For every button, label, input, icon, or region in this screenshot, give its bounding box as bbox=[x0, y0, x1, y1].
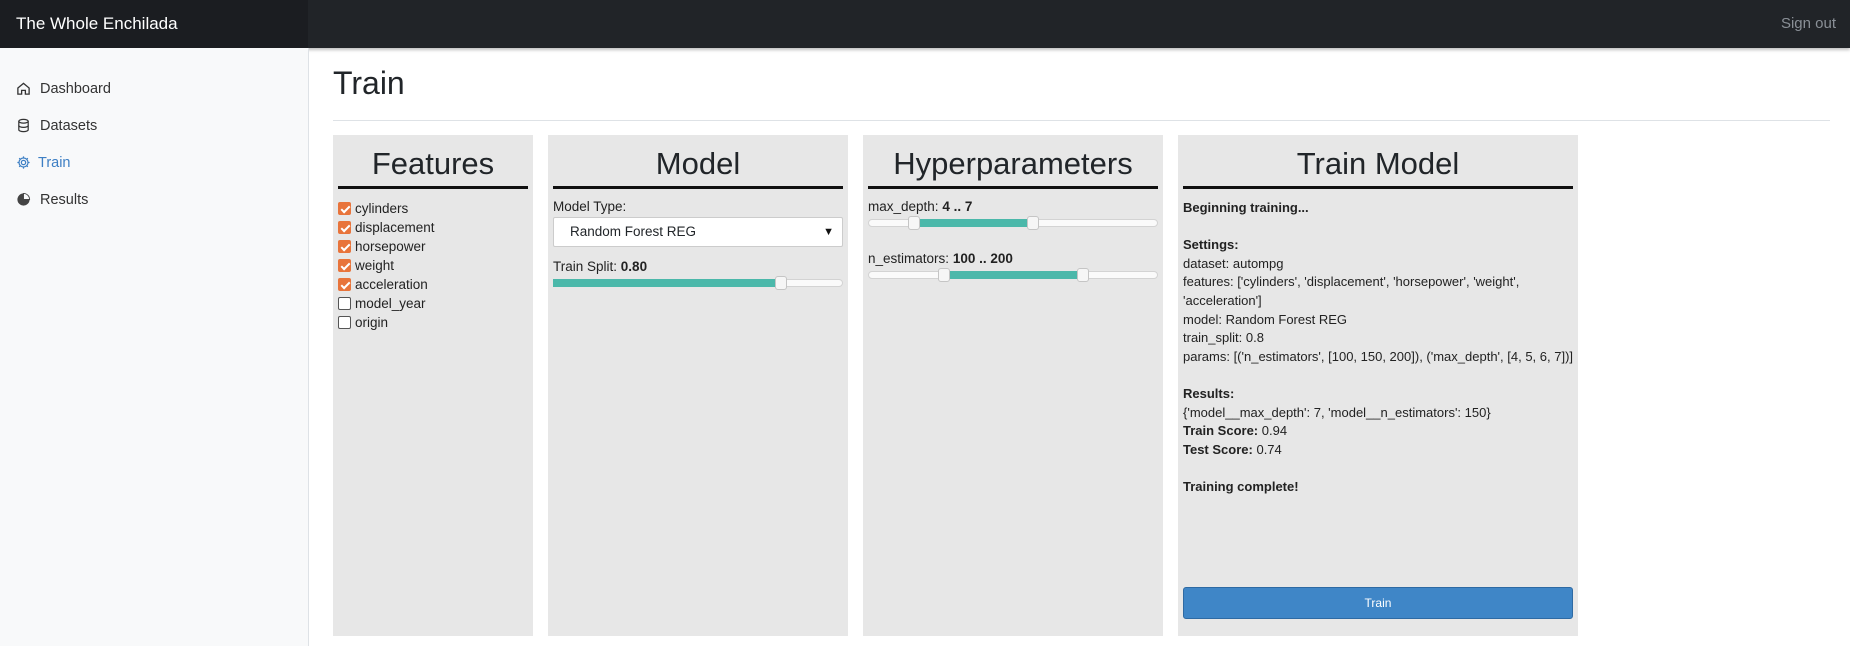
slider-handle[interactable] bbox=[775, 276, 788, 290]
hyperparameters-heading: Hyperparameters bbox=[868, 135, 1158, 189]
main-content: Train bbox=[333, 48, 1830, 121]
feature-item-displacement[interactable]: displacement bbox=[338, 218, 528, 237]
app-brand[interactable]: The Whole Enchilada bbox=[0, 0, 308, 48]
log-results-heading: Results: bbox=[1183, 385, 1235, 401]
features-heading: Features bbox=[338, 135, 528, 189]
sidebar-item-label: Dashboard bbox=[40, 80, 111, 97]
log-train-split: train_split: 0.8 bbox=[1183, 330, 1264, 346]
slider-handle-max[interactable] bbox=[1026, 216, 1039, 230]
slider-fill bbox=[553, 279, 782, 287]
sidebar-item-label: Results bbox=[40, 191, 89, 208]
slider-handle-min[interactable] bbox=[937, 268, 950, 282]
slider-handle-min[interactable] bbox=[907, 216, 920, 230]
sidebar-item-label: Train bbox=[38, 154, 71, 171]
database-icon bbox=[18, 118, 29, 133]
feature-item-acceleration[interactable]: acceleration bbox=[338, 275, 528, 294]
feature-item-weight[interactable]: weight bbox=[338, 256, 528, 275]
model-type-value: Random Forest REG bbox=[570, 224, 697, 239]
feature-list: cylinders displacement horsepower weight… bbox=[338, 199, 528, 332]
train-split-value: 0.80 bbox=[620, 259, 648, 274]
sidebar-item-datasets[interactable]: Datasets bbox=[0, 107, 308, 144]
feature-checkbox[interactable] bbox=[338, 316, 351, 329]
feature-checkbox[interactable] bbox=[338, 278, 351, 291]
feature-label: weight bbox=[355, 258, 395, 273]
n-estimators-value: 100 .. 200 bbox=[952, 251, 1013, 266]
log-complete: Training complete! bbox=[1183, 478, 1299, 494]
feature-checkbox[interactable] bbox=[338, 259, 351, 272]
model-type-label: Model Type: bbox=[553, 199, 627, 214]
feature-label: horsepower bbox=[355, 239, 426, 254]
train-model-panel: Train Model Beginning training... Settin… bbox=[1178, 135, 1578, 636]
feature-checkbox[interactable] bbox=[338, 202, 351, 215]
feature-item-horsepower[interactable]: horsepower bbox=[338, 237, 528, 256]
features-panel: Features cylinders displacement horsepow… bbox=[333, 135, 533, 636]
top-navbar: The Whole Enchilada Sign out bbox=[0, 0, 1850, 48]
feature-item-cylinders[interactable]: cylinders bbox=[338, 199, 528, 218]
gear-icon bbox=[17, 156, 30, 169]
max-depth-value: 4 .. 7 bbox=[942, 199, 973, 214]
feature-label: cylinders bbox=[355, 201, 409, 216]
max-depth-label: max_depth: 4 .. 7 bbox=[868, 199, 973, 214]
feature-checkbox[interactable] bbox=[338, 297, 351, 310]
title-divider bbox=[333, 120, 1830, 121]
home-icon bbox=[17, 82, 30, 95]
max-depth-slider[interactable] bbox=[868, 216, 1158, 230]
sidebar: Dashboard Datasets Train Results bbox=[0, 48, 309, 646]
sidebar-item-dashboard[interactable]: Dashboard bbox=[0, 70, 308, 107]
slider-fill bbox=[913, 219, 1033, 227]
train-split-slider[interactable] bbox=[553, 276, 843, 290]
feature-checkbox[interactable] bbox=[338, 240, 351, 253]
pie-chart-icon bbox=[17, 192, 31, 206]
log-test-score: Test Score: 0.74 bbox=[1183, 441, 1282, 457]
chevron-down-icon: ▼ bbox=[823, 226, 834, 238]
feature-label: model_year bbox=[355, 296, 426, 311]
sign-out-link[interactable]: Sign out bbox=[1781, 0, 1836, 48]
hyperparameters-panel: Hyperparameters max_depth: 4 .. 7 n_esti… bbox=[863, 135, 1163, 636]
log-train-score: Train Score: 0.94 bbox=[1183, 423, 1288, 439]
feature-item-model-year[interactable]: model_year bbox=[338, 294, 528, 313]
train-model-heading: Train Model bbox=[1183, 135, 1573, 189]
model-heading: Model bbox=[553, 135, 843, 189]
model-type-select[interactable]: Random Forest REG ▼ bbox=[553, 217, 843, 247]
model-panel: Model Model Type: Random Forest REG ▼ Tr… bbox=[548, 135, 848, 636]
train-split-label: Train Split: 0.80 bbox=[553, 259, 648, 274]
n-estimators-label: n_estimators: 100 .. 200 bbox=[868, 251, 1013, 266]
page-title: Train bbox=[333, 65, 405, 101]
log-model: model: Random Forest REG bbox=[1183, 311, 1348, 327]
training-log: Beginning training... Settings: dataset:… bbox=[1183, 199, 1573, 497]
feature-item-origin[interactable]: origin bbox=[338, 313, 528, 332]
slider-fill bbox=[943, 271, 1083, 279]
log-dataset: dataset: autompg bbox=[1183, 255, 1284, 271]
log-features: features: ['cylinders', 'displacement', … bbox=[1183, 274, 1520, 308]
feature-label: origin bbox=[355, 315, 389, 330]
sidebar-item-train[interactable]: Train bbox=[0, 144, 308, 181]
feature-label: acceleration bbox=[355, 277, 428, 292]
log-beginning: Beginning training... bbox=[1183, 200, 1309, 215]
sidebar-item-results[interactable]: Results bbox=[0, 181, 308, 218]
log-settings-heading: Settings: bbox=[1183, 237, 1239, 253]
log-results: {'model__max_depth': 7, 'model__n_estima… bbox=[1183, 404, 1491, 420]
train-button[interactable]: Train bbox=[1183, 587, 1573, 619]
n-estimators-slider[interactable] bbox=[868, 268, 1158, 282]
feature-label: displacement bbox=[355, 220, 435, 235]
sidebar-item-label: Datasets bbox=[40, 117, 98, 134]
slider-handle-max[interactable] bbox=[1076, 268, 1089, 282]
feature-checkbox[interactable] bbox=[338, 221, 351, 234]
log-params: params: [('n_estimators', [100, 150, 200… bbox=[1183, 348, 1574, 364]
